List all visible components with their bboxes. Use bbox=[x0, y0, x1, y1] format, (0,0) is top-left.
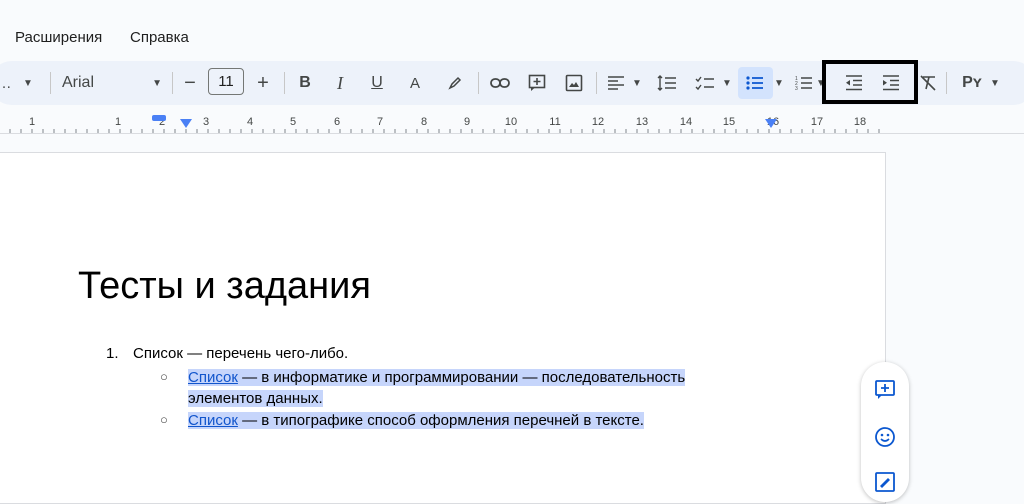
list-item-1[interactable]: Список — перечень чего-либо. bbox=[133, 345, 348, 362]
ruler-number: 18 bbox=[854, 116, 866, 128]
divider bbox=[596, 72, 597, 94]
divider bbox=[172, 72, 173, 94]
divider bbox=[284, 72, 285, 94]
checklist-icon[interactable] bbox=[693, 61, 717, 105]
font-family-select[interactable]: Arial ▼ bbox=[62, 61, 162, 105]
divider bbox=[478, 72, 479, 94]
sub-item-1-link[interactable]: Список bbox=[188, 369, 238, 386]
add-comment-icon[interactable] bbox=[873, 378, 897, 402]
ruler-divider bbox=[0, 133, 1024, 134]
bold-button[interactable]: B bbox=[295, 61, 315, 105]
increase-font-size-button[interactable]: + bbox=[253, 61, 273, 105]
ruler-number: 10 bbox=[505, 116, 517, 128]
sub-item-1-continuation: элементов данных. bbox=[188, 390, 323, 407]
italic-button[interactable]: I bbox=[330, 61, 350, 105]
ruler-number: 14 bbox=[680, 116, 692, 128]
menu-bar: Расширения Справка bbox=[0, 0, 1024, 60]
ruler-number: 8 bbox=[421, 116, 427, 128]
clear-formatting-icon[interactable] bbox=[916, 61, 940, 105]
suggest-edits-icon[interactable] bbox=[873, 470, 897, 494]
left-indent-marker-icon[interactable] bbox=[180, 119, 192, 129]
line-spacing-icon[interactable] bbox=[655, 61, 679, 105]
sub-item-1-text: — в информатике и программировании — пос… bbox=[237, 369, 686, 386]
font-family-value: Arial bbox=[62, 74, 95, 91]
svg-text:3: 3 bbox=[795, 86, 798, 91]
ruler-number: 3 bbox=[203, 116, 209, 128]
insert-link-icon[interactable] bbox=[488, 61, 512, 105]
align-chevron-icon[interactable]: ▼ bbox=[630, 61, 644, 105]
emoji-reaction-icon[interactable] bbox=[873, 425, 897, 449]
numbered-list-icon[interactable]: 123 bbox=[792, 61, 816, 105]
menu-extensions[interactable]: Расширения bbox=[15, 29, 102, 46]
divider bbox=[50, 72, 51, 94]
sub-bullet-1: ○ bbox=[160, 369, 168, 384]
overflow-dots-icon[interactable]: … bbox=[0, 61, 12, 105]
floating-action-panel bbox=[861, 362, 909, 502]
chevron-down-icon: ▼ bbox=[152, 77, 162, 89]
underline-button[interactable]: U bbox=[367, 61, 387, 105]
bullet-chevron-icon[interactable]: ▼ bbox=[772, 61, 786, 105]
ruler-number: 1 bbox=[115, 116, 121, 128]
ruler-number: 7 bbox=[377, 116, 383, 128]
styles-dropdown-chevron-icon[interactable]: ▼ bbox=[20, 61, 36, 105]
sub-item-2-link[interactable]: Список bbox=[188, 412, 238, 429]
insert-image-icon[interactable] bbox=[562, 61, 586, 105]
ruler-number: 15 bbox=[723, 116, 735, 128]
decrease-font-size-button[interactable]: − bbox=[180, 61, 200, 105]
ruler-number: 13 bbox=[636, 116, 648, 128]
sub-list-item-2[interactable]: Список — в типографике способ оформления… bbox=[188, 410, 644, 431]
list-number: 1. bbox=[106, 345, 119, 362]
text-color-button[interactable]: A bbox=[405, 61, 425, 105]
divider bbox=[946, 72, 947, 94]
input-tools-button[interactable]: Рʏ bbox=[958, 61, 986, 105]
right-indent-marker-icon[interactable] bbox=[765, 119, 777, 129]
ruler-number: 11 bbox=[549, 116, 560, 128]
checklist-chevron-icon[interactable]: ▼ bbox=[720, 61, 734, 105]
ruler-number: 6 bbox=[334, 116, 340, 128]
font-size-input[interactable]: 11 bbox=[208, 68, 244, 95]
ruler-number: 4 bbox=[247, 116, 253, 128]
bulleted-list-icon[interactable] bbox=[743, 61, 767, 105]
ruler-number: 12 bbox=[592, 116, 604, 128]
add-comment-icon[interactable] bbox=[525, 61, 549, 105]
indent-controls-highlight bbox=[822, 60, 918, 104]
ruler-number: 17 bbox=[811, 116, 823, 128]
document-page[interactable] bbox=[0, 152, 886, 504]
ruler-number: 9 bbox=[464, 116, 470, 128]
highlight-pen-icon[interactable] bbox=[444, 61, 466, 105]
menu-help[interactable]: Справка bbox=[130, 29, 189, 46]
ruler-number: 5 bbox=[290, 116, 296, 128]
ruler-number: 1 bbox=[29, 116, 35, 128]
sub-bullet-2: ○ bbox=[160, 412, 168, 427]
sub-item-2-text: — в типографике способ оформления перечн… bbox=[237, 412, 644, 429]
document-title[interactable]: Тесты и задания bbox=[78, 265, 371, 308]
sub-list-item-1[interactable]: Список — в информатике и программировани… bbox=[188, 367, 788, 409]
input-tools-chevron-icon[interactable]: ▼ bbox=[988, 61, 1002, 105]
first-line-indent-marker[interactable] bbox=[152, 115, 166, 121]
align-left-icon[interactable] bbox=[605, 61, 627, 105]
